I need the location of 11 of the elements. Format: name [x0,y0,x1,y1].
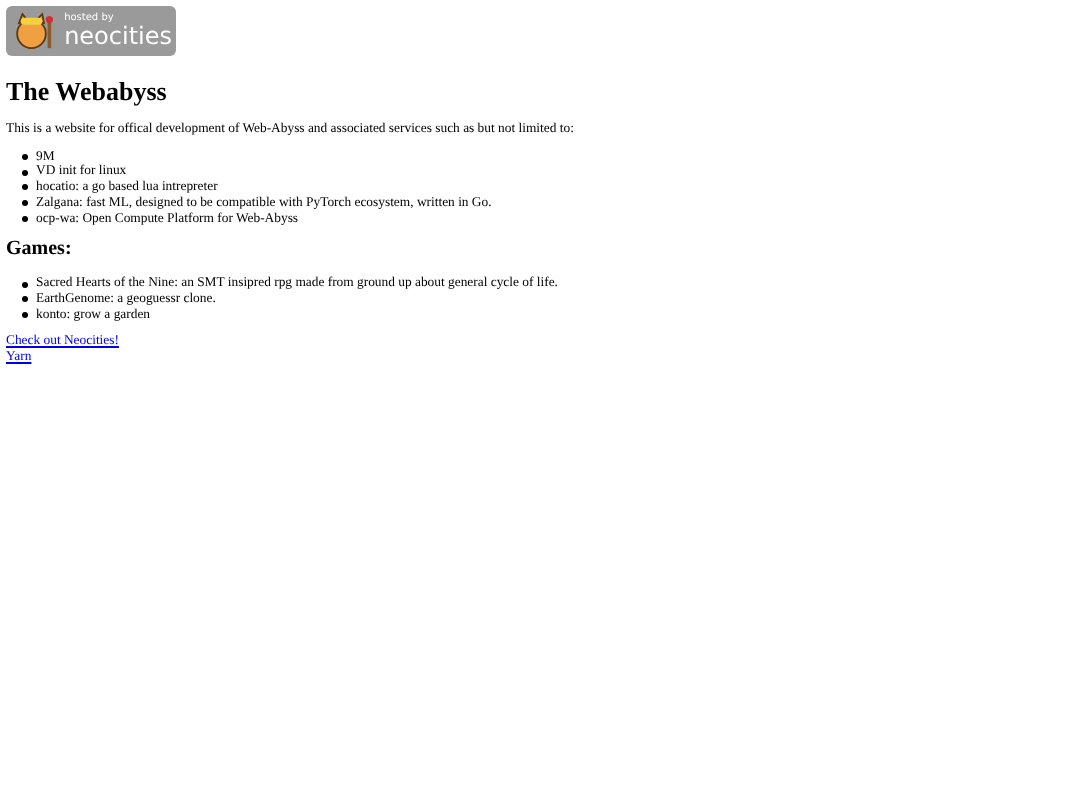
section-heading: Games: [6,238,74,263]
bullet-icon [22,200,28,207]
bullet-icon [22,296,28,303]
bullet-icon [22,154,28,161]
badge-wordmark: neocities [64,24,172,48]
page-title: The Webabyss [6,76,169,108]
bullet-icon [22,169,28,176]
bullet-icon [22,215,28,222]
bullet-icon [22,184,28,191]
bullet-icon [22,281,28,288]
bullet-icon [22,311,28,318]
